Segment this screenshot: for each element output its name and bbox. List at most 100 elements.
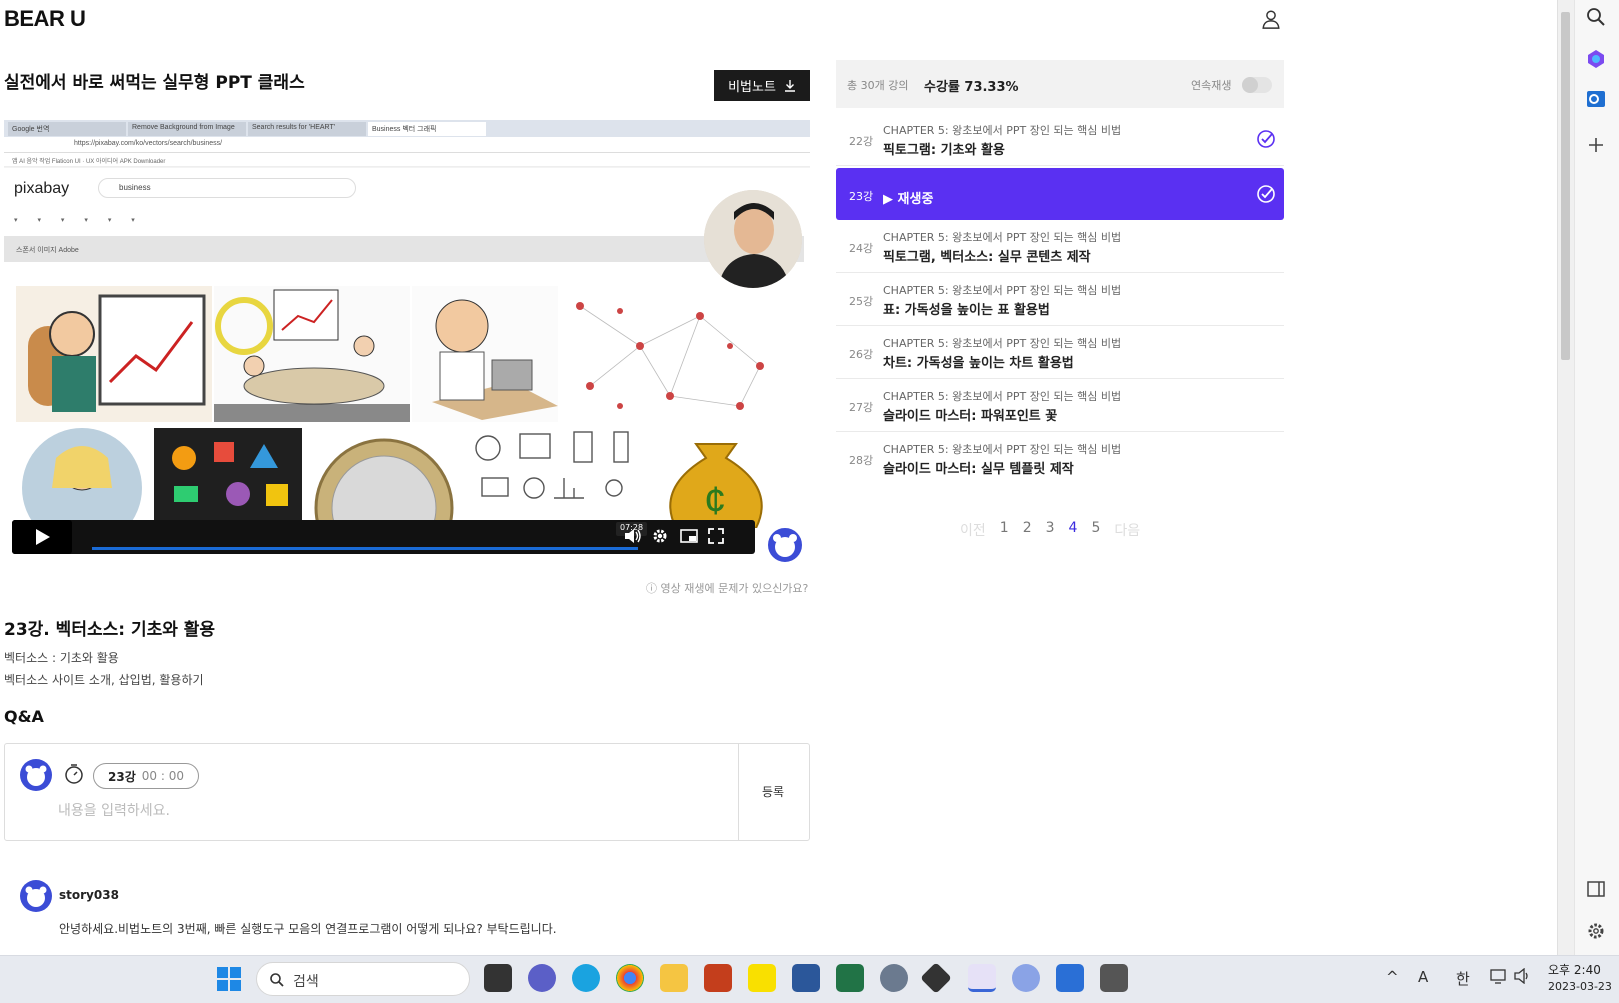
ime-hangul[interactable]: 한 xyxy=(1456,968,1470,989)
volume-icon[interactable] xyxy=(624,528,642,544)
picture-in-picture-icon[interactable] xyxy=(680,529,698,543)
clock-date[interactable]: 2023-03-23 xyxy=(1548,980,1612,993)
sidebar-toggle-icon[interactable] xyxy=(1585,878,1607,900)
video-address-bar: https://pixabay.com/ko/vectors/search/bu… xyxy=(4,137,810,153)
lesson-title-text: 표: 가독성을 높이는 표 활용법 xyxy=(883,303,1050,318)
pixabay-search: business xyxy=(98,178,356,198)
file-explorer-icon[interactable] xyxy=(660,964,688,992)
video-tab: Google 번역 xyxy=(8,122,126,136)
teams-chat-icon[interactable] xyxy=(528,964,556,992)
add-icon[interactable] xyxy=(1585,134,1607,156)
qa-timestamp-pill[interactable]: 23강 00 : 00 xyxy=(93,763,199,789)
outlook-icon[interactable] xyxy=(1585,88,1607,110)
site-logo[interactable]: BEAR U xyxy=(4,6,86,32)
lesson-chapter: CHAPTER 5: 왕초보에서 PPT 장인 되는 핵심 비법 xyxy=(883,337,1122,350)
download-icon xyxy=(784,80,795,92)
pager-page-2[interactable]: 2 xyxy=(1023,520,1032,540)
pagination: 이전 1 2 3 4 5 다음 xyxy=(960,520,1140,540)
autoplay-toggle-knob xyxy=(1242,77,1258,93)
notepad-icon[interactable] xyxy=(1056,964,1084,992)
user-icon[interactable] xyxy=(1260,8,1282,30)
excel-icon[interactable] xyxy=(836,964,864,992)
network-icon[interactable] xyxy=(1490,968,1508,984)
ime-mode[interactable]: A xyxy=(1418,968,1428,986)
comment-text: 안녕하세요.비법노트의 3번째, 빠른 실행도구 모음의 연결프로그램이 어떻게… xyxy=(59,922,557,936)
user-avatar xyxy=(20,759,52,791)
powerpoint-icon[interactable] xyxy=(704,964,732,992)
qa-register-button[interactable]: 등록 xyxy=(762,783,784,800)
snipping-tool-icon[interactable] xyxy=(968,964,996,992)
lesson-number: 27강 xyxy=(849,401,874,414)
settings-icon[interactable] xyxy=(652,528,668,544)
search-icon[interactable] xyxy=(1585,6,1607,28)
pager-page-4[interactable]: 4 xyxy=(1069,520,1078,540)
volume-icon[interactable] xyxy=(1514,968,1532,984)
lesson-chapter: CHAPTER 5: 왕초보에서 PPT 장인 되는 핵심 비법 xyxy=(883,231,1122,244)
comment-avatar xyxy=(20,880,52,912)
lesson-item-28[interactable]: 28강 CHAPTER 5: 왕초보에서 PPT 장인 되는 핵심 비법 슬라이… xyxy=(836,432,1284,485)
bear-logo-badge xyxy=(766,526,804,564)
taskbar-search-label: 검색 xyxy=(293,974,319,990)
task-view-icon[interactable] xyxy=(484,964,512,992)
kakaotalk-icon[interactable] xyxy=(748,964,776,992)
video-problem-link[interactable]: ⓘ 영상 재생에 문제가 있으신가요? xyxy=(646,580,808,596)
qa-lecture-label: 23강 xyxy=(108,769,136,784)
bear-icon xyxy=(25,765,47,786)
qa-question-input[interactable] xyxy=(58,800,718,822)
thumb-icons-board xyxy=(154,428,302,528)
taskbar-search[interactable]: 검색 xyxy=(256,962,470,996)
notes-download-button[interactable]: 비법노트 xyxy=(714,70,810,101)
word-icon[interactable] xyxy=(792,964,820,992)
thumb-network xyxy=(560,286,786,422)
thumb-businessman xyxy=(412,286,558,422)
lesson-item-27[interactable]: 27강 CHAPTER 5: 왕초보에서 PPT 장인 되는 핵심 비법 슬라이… xyxy=(836,379,1284,432)
timer-icon[interactable] xyxy=(63,763,85,785)
settings-gear-icon[interactable] xyxy=(1585,920,1607,942)
lecture-count: 총 30개 강의 xyxy=(847,79,909,92)
qa-input-box xyxy=(4,743,810,841)
video-tab: Business 벡터 그래픽 xyxy=(368,122,486,136)
windows-start-icon[interactable] xyxy=(216,966,242,992)
settings-app-icon[interactable] xyxy=(880,964,908,992)
fullscreen-icon[interactable] xyxy=(708,528,724,544)
play-icon xyxy=(36,529,50,545)
video-browser-tabs: Google 번역 Remove Background from Image S… xyxy=(4,120,810,137)
bear-icon xyxy=(773,534,797,557)
r-app-icon[interactable] xyxy=(1012,964,1040,992)
play-button[interactable] xyxy=(12,520,72,554)
video-progress-bar[interactable] xyxy=(92,547,638,550)
copilot-icon[interactable] xyxy=(1585,48,1607,70)
notes-button-label: 비법노트 xyxy=(728,80,776,95)
lesson-description-2: 벡터소스 사이트 소개, 삽입법, 활용하기 xyxy=(4,673,204,687)
pager-prev[interactable]: 이전 xyxy=(960,520,986,540)
clock-time[interactable]: 오후 2:40 xyxy=(1548,962,1601,978)
scrollbar-thumb[interactable] xyxy=(1561,12,1570,360)
pixabay-logo: pixabay xyxy=(14,180,70,197)
calculator-icon[interactable] xyxy=(1100,964,1128,992)
lesson-item-23-playing[interactable]: 23강 ▶ 재생중 xyxy=(836,168,1284,220)
lesson-number: 24강 xyxy=(849,242,874,255)
lesson-title-text: 슬라이드 마스터: 실무 템플릿 제작 xyxy=(883,462,1074,477)
lesson-item-24[interactable]: 24강 CHAPTER 5: 왕초보에서 PPT 장인 되는 핵심 비법 픽토그… xyxy=(836,220,1284,273)
lesson-number: 26강 xyxy=(849,348,874,361)
comment-username: story038 xyxy=(59,888,119,902)
thumb-teamwork xyxy=(214,286,410,422)
edge-icon[interactable] xyxy=(572,964,600,992)
search-icon xyxy=(270,973,284,987)
tray-overflow-icon[interactable]: ^ xyxy=(1386,968,1399,986)
pager-page-5[interactable]: 5 xyxy=(1091,520,1100,540)
lesson-title: 23강. 벡터소스: 기초와 활용 xyxy=(4,620,216,640)
lesson-chapter: CHAPTER 5: 왕초보에서 PPT 장인 되는 핵심 비법 xyxy=(883,390,1122,403)
pager-next[interactable]: 다음 xyxy=(1114,520,1140,540)
pager-page-1[interactable]: 1 xyxy=(1000,520,1009,540)
lesson-item-22[interactable]: 22강 CHAPTER 5: 왕초보에서 PPT 장인 되는 핵심 비법 픽토그… xyxy=(836,113,1284,166)
lesson-item-26[interactable]: 26강 CHAPTER 5: 왕초보에서 PPT 장인 되는 핵심 비법 차트:… xyxy=(836,326,1284,379)
lesson-item-25[interactable]: 25강 CHAPTER 5: 왕초보에서 PPT 장인 되는 핵심 비법 표: … xyxy=(836,273,1284,326)
thumb-money-bag: ¢ xyxy=(646,428,786,528)
video-player[interactable]: Google 번역 Remove Background from Image S… xyxy=(4,120,810,574)
svg-text:¢: ¢ xyxy=(704,479,726,523)
video-pixabay-page: pixabay business ▾ ▾ ▾ ▾ ▾ ▾ 스폰서 이미지 Ado… xyxy=(4,168,810,574)
pager-page-3[interactable]: 3 xyxy=(1046,520,1055,540)
completion-rate: 수강률 73.33% xyxy=(924,80,1019,95)
chrome-icon[interactable] xyxy=(616,964,644,992)
